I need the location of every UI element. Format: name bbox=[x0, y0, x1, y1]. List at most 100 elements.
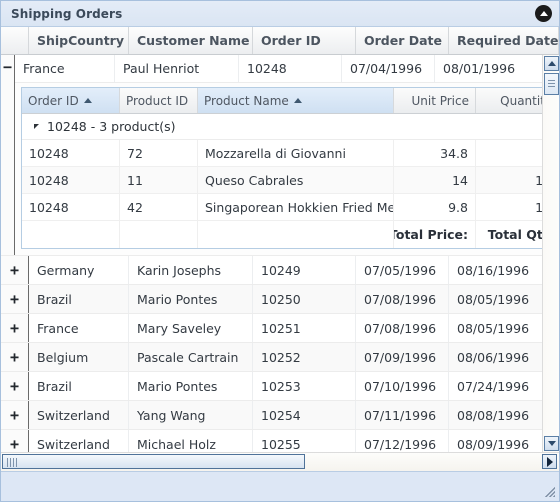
detail-column-header-unitprice[interactable]: Unit Price bbox=[394, 88, 476, 113]
cell-orderid: 10252 bbox=[253, 343, 356, 371]
cell-orderdate: 07/10/1996 bbox=[356, 372, 449, 400]
master-row-content: France Paul Henriot 10248 07/04/1996 08/… bbox=[15, 55, 559, 255]
cell-shipcountry: France bbox=[29, 314, 129, 342]
cell-orderid: 10253 bbox=[253, 372, 356, 400]
detail-footer-productid bbox=[120, 221, 198, 248]
horizontal-scrollbar[interactable] bbox=[1, 452, 559, 471]
cell-shipcountry: Belgium bbox=[29, 343, 129, 371]
page-title: Shipping Orders bbox=[11, 6, 123, 21]
chevron-up-glyph bbox=[539, 11, 548, 16]
cell-orderdate: 07/04/1996 bbox=[342, 55, 435, 82]
detail-cell-productid: 11 bbox=[120, 167, 198, 193]
row-expand-toggle[interactable]: − bbox=[1, 55, 15, 255]
order-details-grid: Order ID Product ID Product Name Unit Pr… bbox=[21, 87, 559, 249]
scrollbar-grip-icon bbox=[548, 80, 555, 89]
cell-shipcountry: France bbox=[15, 55, 115, 82]
detail-column-header-productname[interactable]: Product Name bbox=[198, 88, 394, 113]
detail-column-label-productname: Product Name bbox=[204, 93, 289, 108]
detail-cell-productname: Queso Cabrales bbox=[198, 167, 394, 193]
row-expand-toggle[interactable]: + bbox=[1, 285, 29, 313]
cell-customername: Karin Josephs bbox=[129, 256, 253, 284]
cell-orderid: 10254 bbox=[253, 401, 356, 429]
row-expand-toggle[interactable]: + bbox=[1, 256, 29, 284]
triangle-down-icon bbox=[547, 441, 556, 446]
table-row: + Brazil Mario Pontes 10250 07/08/1996 0… bbox=[1, 285, 559, 314]
detail-cell-unitprice: 14 bbox=[394, 167, 476, 193]
detail-column-header-orderid[interactable]: Order ID bbox=[22, 88, 120, 113]
cell-orderdate: 07/12/1996 bbox=[356, 430, 449, 452]
column-header-requireddate[interactable]: Required Date bbox=[449, 27, 559, 54]
cell-orderid: 10255 bbox=[253, 430, 356, 452]
cell-customername: Paul Henriot bbox=[115, 55, 239, 82]
cell-orderid: 10249 bbox=[253, 256, 356, 284]
column-header-orderid[interactable]: Order ID bbox=[253, 27, 356, 54]
grid-body: − France Paul Henriot 10248 07/04/1996 0… bbox=[1, 55, 559, 452]
detail-cell-unitprice: 9.8 bbox=[394, 194, 476, 220]
cell-shipcountry: Switzerland bbox=[29, 401, 129, 429]
detail-column-label-orderid: Order ID bbox=[28, 93, 79, 108]
horizontal-scrollbar-thumb[interactable] bbox=[2, 454, 305, 469]
row-expand-toggle[interactable]: + bbox=[1, 343, 29, 371]
detail-pane: Order ID Product ID Product Name Unit Pr… bbox=[15, 83, 559, 255]
triangle-up-icon bbox=[547, 61, 556, 66]
vertical-scrollbar[interactable] bbox=[542, 55, 559, 452]
scroll-up-button[interactable] bbox=[544, 56, 559, 71]
statusbar bbox=[1, 471, 559, 501]
grid-header-row: ShipCountry Customer Name Order ID Order… bbox=[1, 27, 559, 55]
vertical-scrollbar-thumb[interactable] bbox=[544, 73, 559, 95]
group-collapse-triangle-icon bbox=[34, 124, 39, 129]
scroll-right-button[interactable] bbox=[542, 454, 557, 469]
column-header-orderdate[interactable]: Order Date bbox=[356, 27, 449, 54]
sort-ascending-icon bbox=[83, 98, 92, 103]
cell-customername: Mario Pontes bbox=[129, 285, 253, 313]
scroll-down-button[interactable] bbox=[544, 436, 559, 451]
table-row: + Switzerland Michael Holz 10255 07/12/1… bbox=[1, 430, 559, 452]
shipping-orders-window: Shipping Orders ShipCountry Customer Nam… bbox=[0, 0, 560, 502]
sort-ascending-icon bbox=[293, 98, 302, 103]
detail-cell-orderid: 10248 bbox=[22, 140, 120, 166]
table-row: + Germany Karin Josephs 10249 07/05/1996… bbox=[1, 256, 559, 285]
row-expand-toggle[interactable]: + bbox=[1, 314, 29, 342]
row-expand-toggle[interactable]: + bbox=[1, 430, 29, 452]
table-row: − France Paul Henriot 10248 07/04/1996 0… bbox=[1, 55, 559, 256]
window-titlebar: Shipping Orders bbox=[1, 1, 559, 27]
cell-customername: Pascale Cartrain bbox=[129, 343, 253, 371]
detail-column-label-productid: Product ID bbox=[126, 93, 189, 108]
detail-table-row: 10248 72 Mozzarella di Giovanni 34.8 5 bbox=[22, 140, 558, 167]
cell-shipcountry: Switzerland bbox=[29, 430, 129, 452]
detail-header-row: Order ID Product ID Product Name Unit Pr… bbox=[22, 88, 558, 114]
row-expand-toggle[interactable]: + bbox=[1, 372, 29, 400]
detail-footer-totalprice: Total Price: bbox=[394, 221, 476, 248]
column-header-expand bbox=[1, 27, 29, 54]
cell-orderdate: 07/09/1996 bbox=[356, 343, 449, 371]
cell-customername: Mario Pontes bbox=[129, 372, 253, 400]
detail-footer-orderid bbox=[22, 221, 120, 248]
table-row: + Brazil Mario Pontes 10253 07/10/1996 0… bbox=[1, 372, 559, 401]
cell-customername: Michael Holz bbox=[129, 430, 253, 452]
cell-orderdate: 07/08/1996 bbox=[356, 314, 449, 342]
orders-grid: ShipCountry Customer Name Order ID Order… bbox=[1, 27, 559, 452]
scrollbar-grip-icon bbox=[7, 458, 17, 467]
cell-orderdate: 07/08/1996 bbox=[356, 285, 449, 313]
cell-customername: Yang Wang bbox=[129, 401, 253, 429]
detail-cell-productname: Singaporean Hokkien Fried Mee bbox=[198, 194, 394, 220]
column-header-shipcountry[interactable]: ShipCountry bbox=[29, 27, 129, 54]
table-row: + Switzerland Yang Wang 10254 07/11/1996… bbox=[1, 401, 559, 430]
cell-orderid: 10248 bbox=[239, 55, 342, 82]
detail-footer-row: Total Price: Total Qty bbox=[22, 221, 558, 248]
table-row: + Belgium Pascale Cartrain 10252 07/09/1… bbox=[1, 343, 559, 372]
detail-cell-productid: 72 bbox=[120, 140, 198, 166]
chevron-up-circle-icon[interactable] bbox=[535, 5, 552, 22]
triangle-right-icon bbox=[546, 456, 553, 467]
group-row-label: 10248 - 3 product(s) bbox=[47, 119, 176, 134]
cell-shipcountry: Brazil bbox=[29, 285, 129, 313]
cell-shipcountry: Germany bbox=[29, 256, 129, 284]
column-header-customername[interactable]: Customer Name bbox=[129, 27, 253, 54]
detail-cell-productid: 42 bbox=[120, 194, 198, 220]
detail-column-header-productid[interactable]: Product ID bbox=[120, 88, 198, 113]
master-row-cells: France Paul Henriot 10248 07/04/1996 08/… bbox=[15, 55, 559, 83]
detail-group-row[interactable]: 10248 - 3 product(s) bbox=[22, 114, 558, 140]
detail-cell-orderid: 10248 bbox=[22, 194, 120, 220]
resize-grip-icon[interactable] bbox=[543, 485, 555, 497]
row-expand-toggle[interactable]: + bbox=[1, 401, 29, 429]
